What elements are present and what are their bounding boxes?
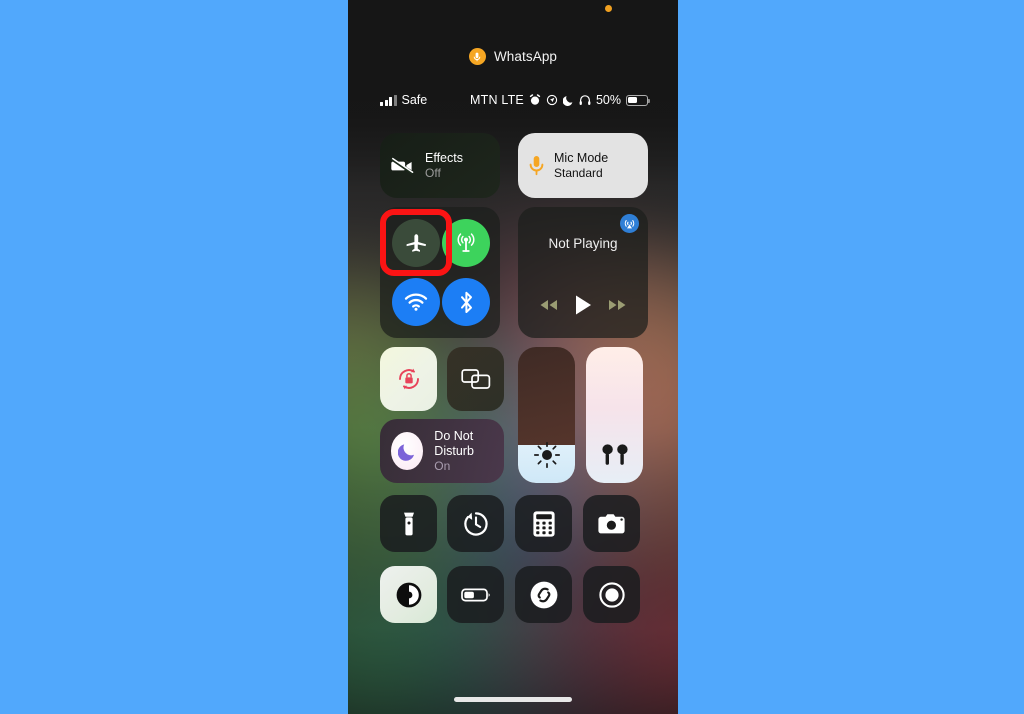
active-app-banner[interactable]: WhatsApp bbox=[348, 48, 678, 65]
rotation-lock-icon bbox=[380, 347, 437, 411]
location-arrow-icon bbox=[546, 94, 558, 106]
bluetooth-button[interactable] bbox=[442, 278, 490, 326]
screenshot-canvas: WhatsApp Safe MTN LTE 50% Effects Off Mi… bbox=[0, 0, 1024, 714]
shazam-button[interactable] bbox=[515, 566, 572, 623]
camera-button[interactable] bbox=[583, 495, 640, 552]
effects-value: Off bbox=[425, 165, 441, 180]
cellular-antenna-icon bbox=[455, 232, 477, 254]
microphone-icon bbox=[468, 48, 486, 65]
battery-icon bbox=[460, 587, 491, 603]
fast-forward-icon[interactable] bbox=[606, 298, 628, 312]
phone-screen: WhatsApp Safe MTN LTE 50% Effects Off Mi… bbox=[348, 0, 678, 714]
airplane-icon bbox=[405, 232, 427, 254]
play-icon[interactable] bbox=[573, 294, 593, 316]
rotation-lock-button[interactable] bbox=[380, 347, 437, 411]
low-power-mode-button[interactable] bbox=[447, 566, 504, 623]
control-center: WhatsApp Safe MTN LTE 50% Effects Off Mi… bbox=[348, 0, 678, 714]
screen-mirroring-button[interactable] bbox=[447, 347, 504, 411]
dark-mode-button[interactable] bbox=[380, 566, 437, 623]
dark-mode-icon bbox=[395, 581, 423, 609]
timer-icon bbox=[462, 510, 490, 538]
wifi-button[interactable] bbox=[392, 278, 440, 326]
flashlight-button[interactable] bbox=[380, 495, 437, 552]
volume-slider[interactable] bbox=[586, 347, 643, 483]
rewind-icon[interactable] bbox=[538, 298, 560, 312]
shazam-icon bbox=[529, 580, 559, 610]
status-bar: Safe MTN LTE 50% bbox=[348, 93, 678, 107]
timer-button[interactable] bbox=[447, 495, 504, 552]
calculator-button[interactable] bbox=[515, 495, 572, 552]
mic-mode-label-group: Mic Mode Standard bbox=[554, 151, 608, 181]
airplane-mode-button[interactable] bbox=[392, 219, 440, 267]
mic-mode-tile[interactable]: Mic Mode Standard bbox=[518, 133, 648, 198]
headphones-icon bbox=[579, 94, 591, 106]
airpods-icon bbox=[586, 443, 643, 469]
network-label: MTN LTE bbox=[470, 93, 524, 107]
microphone-icon bbox=[529, 155, 544, 177]
mic-mode-value: Standard bbox=[554, 165, 603, 180]
wifi-icon bbox=[404, 293, 428, 311]
dnd-label: Do Not Disturb bbox=[434, 428, 474, 458]
do-not-disturb-tile[interactable]: Do Not Disturb On bbox=[380, 419, 504, 483]
alarm-clock-icon bbox=[529, 94, 541, 106]
effects-tile[interactable]: Effects Off bbox=[380, 133, 500, 198]
bluetooth-icon bbox=[459, 291, 474, 314]
mic-mode-label: Mic Mode bbox=[554, 150, 609, 165]
active-app-name: WhatsApp bbox=[493, 49, 558, 64]
cellular-data-button[interactable] bbox=[442, 219, 490, 267]
connectivity-module bbox=[380, 207, 500, 338]
microphone-in-use-icon bbox=[605, 5, 612, 12]
screen-mirroring-icon bbox=[447, 347, 504, 411]
brightness-slider[interactable] bbox=[518, 347, 575, 483]
battery-icon bbox=[626, 94, 650, 106]
moon-icon bbox=[562, 94, 574, 106]
flashlight-icon bbox=[402, 510, 416, 538]
camera-icon bbox=[597, 512, 627, 536]
brightness-sun-icon bbox=[518, 441, 575, 469]
moon-icon bbox=[391, 432, 424, 470]
media-player-module[interactable]: Not Playing bbox=[518, 207, 648, 338]
screen-recording-button[interactable] bbox=[583, 566, 640, 623]
dnd-label-group: Do Not Disturb On bbox=[434, 429, 504, 474]
screen-record-icon bbox=[598, 581, 626, 609]
effects-label: Effects bbox=[425, 150, 463, 165]
airplay-audio-icon[interactable] bbox=[620, 214, 639, 233]
battery-percentage: 50% bbox=[595, 93, 621, 107]
dnd-value: On bbox=[434, 458, 451, 473]
carrier-name: Safe bbox=[401, 93, 428, 107]
cellular-signal-bars-icon bbox=[380, 94, 397, 106]
home-indicator[interactable] bbox=[454, 697, 572, 702]
effects-label-group: Effects Off bbox=[425, 151, 463, 181]
media-status-text: Not Playing bbox=[548, 236, 618, 251]
calculator-icon bbox=[532, 510, 556, 538]
video-camera-slash-icon bbox=[391, 157, 415, 175]
